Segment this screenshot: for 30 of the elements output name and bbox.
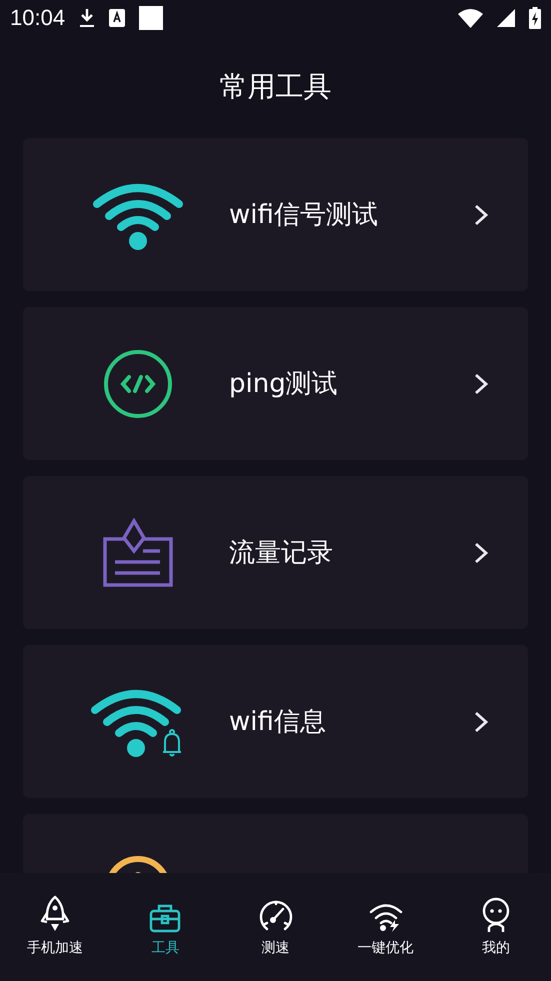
nav-tab[interactable]: 工具: [110, 893, 220, 957]
nav-tab[interactable]: 手机加速: [0, 893, 110, 957]
nav-tab[interactable]: 测速: [220, 893, 331, 957]
rocket-icon: [40, 895, 70, 933]
chevron-icon: [474, 204, 488, 226]
tool-label: wifi信号测试: [229, 199, 379, 232]
chevron-icon: [474, 542, 488, 564]
tool-card[interactable]: ping测试: [23, 307, 528, 460]
tool-card[interactable]: wifi信号测试: [23, 138, 528, 291]
download-icon: [79, 8, 96, 28]
tool-card[interactable]: wifi信息: [23, 645, 528, 798]
battery-icon: [529, 6, 541, 28]
tool-label: ping测试: [229, 368, 339, 401]
square-icon: [139, 6, 164, 30]
document-icon: [103, 518, 173, 588]
wifi-signal-icon: [458, 8, 483, 28]
nav-tab[interactable]: 一键优化: [330, 893, 441, 957]
cell-signal-icon: [497, 8, 515, 26]
chevron-icon: [474, 710, 488, 732]
tool-label: 流量记录: [229, 537, 334, 570]
keyboard-icon: [109, 8, 126, 26]
tool-card[interactable]: 流量记录: [23, 476, 528, 629]
clock: 10:04: [10, 4, 66, 30]
nav-tab[interactable]: 我的: [440, 893, 551, 957]
chevron-icon: [474, 372, 488, 394]
tool-label: wifi信息: [229, 706, 327, 739]
toolbox-icon: [149, 903, 182, 933]
page-title: 常用工具: [220, 68, 332, 104]
code-icon: [103, 348, 173, 418]
speedometer-icon: [258, 899, 292, 933]
